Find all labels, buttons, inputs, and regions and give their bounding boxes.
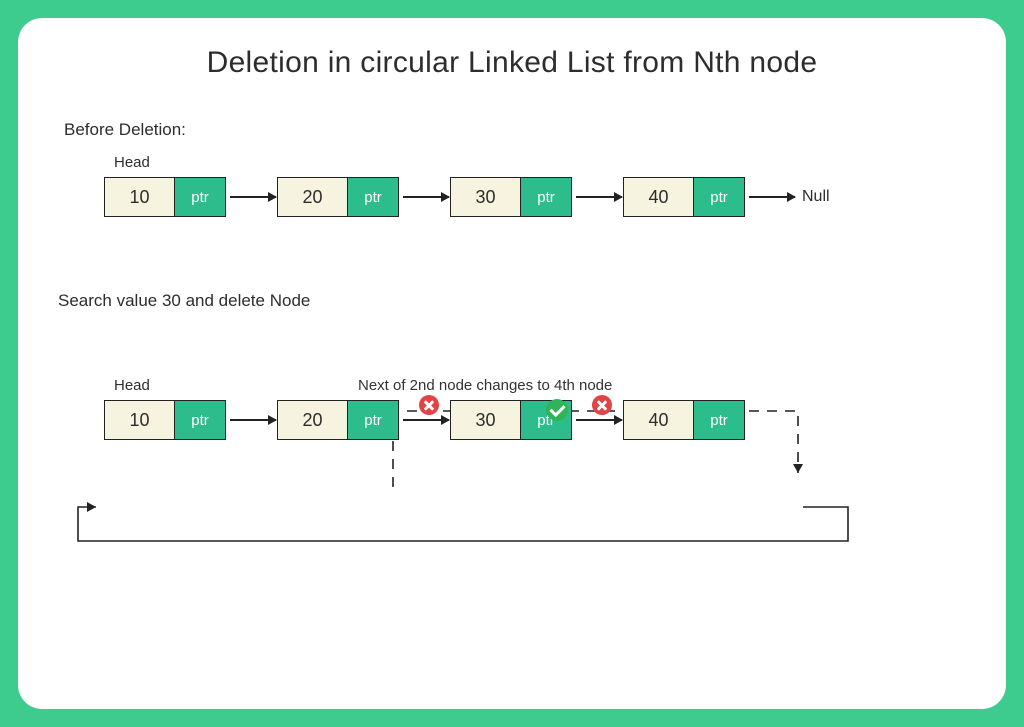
node-value: 40 — [624, 178, 694, 216]
node-value: 10 — [105, 401, 175, 439]
node-ptr: ptr — [175, 178, 225, 216]
arrow-icon — [576, 419, 622, 421]
before-deletion-label: Before Deletion: — [64, 120, 966, 140]
check-icon — [546, 399, 568, 421]
list-node: 40 ptr — [623, 400, 745, 440]
list-node: 20 ptr — [277, 177, 399, 217]
node-ptr: ptr — [348, 401, 398, 439]
node-ptr: ptr — [175, 401, 225, 439]
arrow-icon — [576, 196, 622, 198]
arrow-icon — [403, 196, 449, 198]
node-value: 30 — [451, 178, 521, 216]
list-node: 10 ptr — [104, 400, 226, 440]
cross-icon — [419, 395, 439, 415]
after-deletion-wrap: Next of 2nd node changes to 4th node Hea… — [58, 377, 966, 440]
linked-list-after: 10 ptr 20 ptr 30 ptr 40 ptr — [104, 400, 966, 440]
cross-icon — [592, 395, 612, 415]
diagram-card: Deletion in circular Linked List from Nt… — [18, 18, 1006, 709]
list-node: 40 ptr — [623, 177, 745, 217]
search-delete-label: Search value 30 and delete Node — [58, 291, 966, 311]
list-node: 20 ptr — [277, 400, 399, 440]
node-value: 20 — [278, 178, 348, 216]
node-ptr: ptr — [694, 178, 744, 216]
node-value: 20 — [278, 401, 348, 439]
node-value: 10 — [105, 178, 175, 216]
node-value: 40 — [624, 401, 694, 439]
node-value: 30 — [451, 401, 521, 439]
null-label: Null — [802, 188, 830, 206]
arrow-icon — [749, 196, 795, 198]
arrow-icon — [230, 419, 276, 421]
diagram-title: Deletion in circular Linked List from Nt… — [58, 46, 966, 80]
list-node: 30 ptr — [450, 177, 572, 217]
circular-return-arrow — [58, 499, 958, 569]
arrow-icon — [230, 196, 276, 198]
node-ptr: ptr — [694, 401, 744, 439]
head-label-1: Head — [114, 154, 966, 171]
node-ptr: ptr — [348, 178, 398, 216]
arrow-icon — [403, 419, 449, 421]
list-node: 10 ptr — [104, 177, 226, 217]
node-ptr: ptr — [521, 178, 571, 216]
linked-list-before: 10 ptr 20 ptr 30 ptr 40 ptr Null — [104, 177, 966, 217]
bypass-arc — [58, 377, 958, 517]
